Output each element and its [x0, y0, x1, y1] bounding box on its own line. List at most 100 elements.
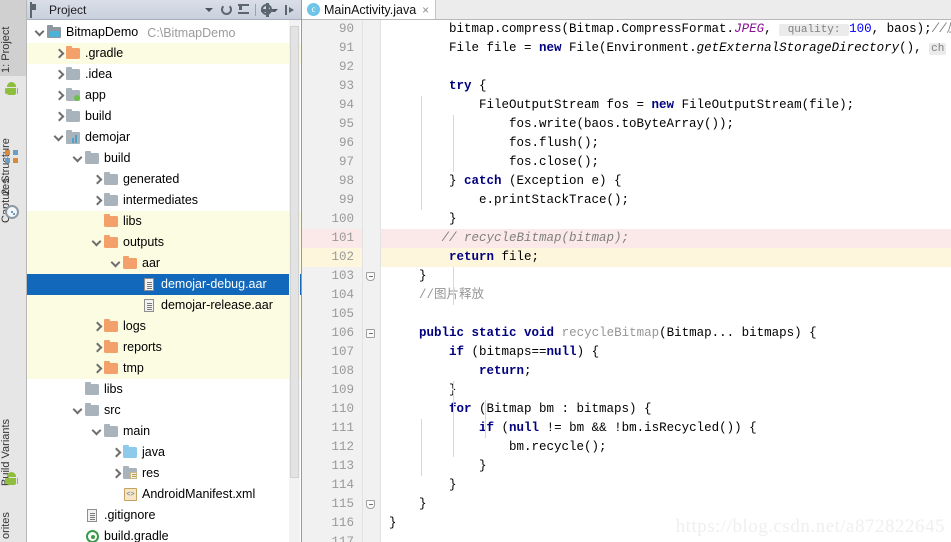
code-line[interactable]: try { [381, 77, 951, 96]
line-number[interactable]: 107 [302, 343, 362, 362]
editor-tab-mainactivity[interactable]: c MainActivity.java × [302, 0, 437, 19]
line-number[interactable]: 95 [302, 115, 362, 134]
code-line[interactable]: fos.close(); [381, 153, 951, 172]
line-number[interactable]: 112 [302, 438, 362, 457]
code-line[interactable]: } [381, 210, 951, 229]
chevron-down-icon[interactable] [71, 404, 84, 417]
code-line[interactable]: e.printStackTrace(); [381, 191, 951, 210]
line-number[interactable]: 110 [302, 400, 362, 419]
line-number[interactable]: 105 [302, 305, 362, 324]
line-number-gutter[interactable]: 90 91 92 93 94 95 96 97 98 99 100 101 102 103 104 105 10… [302, 20, 363, 542]
line-number[interactable]: 91 [302, 39, 362, 58]
code-area[interactable]: 90 91 92 93 94 95 96 97 98 99 100 101 102 103 104 105 10… [302, 20, 951, 542]
line-number[interactable]: 113 [302, 457, 362, 476]
tree-row[interactable]: main [27, 421, 301, 442]
code-line[interactable]: } [381, 267, 951, 286]
line-number[interactable]: 104 [302, 286, 362, 305]
chevron-down-icon[interactable] [109, 257, 122, 270]
code-line[interactable]: fos.flush(); [381, 134, 951, 153]
line-number[interactable]: 96 [302, 134, 362, 153]
fold-toggle-icon[interactable] [366, 272, 375, 281]
code-line[interactable]: } [381, 495, 951, 514]
chevron-down-icon[interactable] [33, 26, 46, 39]
line-number[interactable]: 115 [302, 495, 362, 514]
close-icon[interactable]: × [422, 4, 429, 16]
tree-row[interactable]: <> AndroidManifest.xml [27, 484, 301, 505]
tree-row[interactable]: libs [27, 379, 301, 400]
hide-panel-icon[interactable] [281, 2, 298, 18]
fold-toggle-icon[interactable] [366, 329, 375, 338]
line-number[interactable]: 93 [302, 77, 362, 96]
line-number[interactable]: 114 [302, 476, 362, 495]
tree-row[interactable]: .gradle [27, 43, 301, 64]
project-tree-scrollbar[interactable] [289, 20, 300, 542]
chevron-right-icon[interactable] [90, 341, 103, 354]
code-line[interactable]: } [381, 457, 951, 476]
line-number[interactable]: 111 [302, 419, 362, 438]
code-line[interactable]: } [381, 514, 951, 533]
code-line[interactable]: } catch (Exception e) { [381, 172, 951, 191]
chevron-right-icon[interactable] [109, 446, 122, 459]
chevron-right-icon[interactable] [90, 194, 103, 207]
chevron-right-icon[interactable] [90, 173, 103, 186]
project-tree[interactable]: BitmapDemo C:\BitmapDemo .gradle .idea app bu… [27, 20, 301, 542]
line-number[interactable]: 103 [302, 267, 362, 286]
tree-row[interactable]: demojar [27, 127, 301, 148]
tree-row[interactable]: src [27, 400, 301, 421]
tree-row[interactable]: build.gradle [27, 526, 301, 542]
code-line[interactable]: } [381, 476, 951, 495]
chevron-right-icon[interactable] [52, 68, 65, 81]
tree-row[interactable]: BitmapDemo C:\BitmapDemo [27, 22, 301, 43]
chevron-right-icon[interactable] [52, 110, 65, 123]
code-line[interactable] [381, 58, 951, 77]
tree-row[interactable]: reports [27, 337, 301, 358]
code-text[interactable]: bitmap.compress(Bitmap.CompressFormat.JP… [381, 20, 951, 542]
fold-cell[interactable] [363, 495, 380, 514]
tree-row[interactable]: build [27, 106, 301, 127]
code-line[interactable]: bm.recycle(); [381, 438, 951, 457]
tree-row[interactable]: build [27, 148, 301, 169]
tree-row[interactable]: tmp [27, 358, 301, 379]
line-number[interactable]: 92 [302, 58, 362, 77]
collapse-all-icon[interactable] [218, 2, 235, 18]
code-line[interactable]: // recycleBitmap(bitmap); [381, 229, 951, 248]
chevron-right-icon[interactable] [52, 89, 65, 102]
chevron-down-icon[interactable] [90, 425, 103, 438]
line-number[interactable]: 97 [302, 153, 362, 172]
line-number[interactable]: 90 [302, 20, 362, 39]
code-line[interactable]: for (Bitmap bm : bitmaps) { [381, 400, 951, 419]
line-number[interactable]: 108 [302, 362, 362, 381]
code-line[interactable]: return; [381, 362, 951, 381]
chevron-right-icon[interactable] [90, 320, 103, 333]
view-mode-chevron-down-icon[interactable] [201, 2, 218, 18]
line-number[interactable]: 117 [302, 533, 362, 542]
tool-tab-favorites[interactable]: orites [0, 500, 26, 542]
code-line[interactable]: return file; [381, 248, 951, 267]
code-line[interactable]: fos.write(baos.toByteArray()); [381, 115, 951, 134]
tree-row[interactable]: libs [27, 211, 301, 232]
line-number[interactable]: 116 [302, 514, 362, 533]
tree-row[interactable]: java [27, 442, 301, 463]
chevron-down-icon[interactable] [90, 236, 103, 249]
chevron-down-icon[interactable] [52, 131, 65, 144]
code-line[interactable]: File file = new File(Environment.getExte… [381, 39, 951, 58]
tool-tab-project[interactable]: 1: Project [0, 0, 26, 76]
line-number[interactable]: 106 [302, 324, 362, 343]
line-number[interactable]: 109 [302, 381, 362, 400]
chevron-right-icon[interactable] [109, 467, 122, 480]
code-line[interactable]: } [381, 381, 951, 400]
line-number[interactable]: 99 [302, 191, 362, 210]
chevron-right-icon[interactable] [90, 362, 103, 375]
code-line[interactable]: //图片释放 [381, 286, 951, 305]
tree-row[interactable]: generated [27, 169, 301, 190]
line-number[interactable]: 94 [302, 96, 362, 115]
project-tree-scrollbar-thumb[interactable] [290, 26, 299, 478]
tree-row[interactable]: res [27, 463, 301, 484]
tree-row[interactable]: intermediates [27, 190, 301, 211]
tree-row[interactable]: demojar-release.aar [27, 295, 301, 316]
tree-row[interactable]: demojar-debug.aar [27, 274, 301, 295]
tree-row[interactable]: logs [27, 316, 301, 337]
code-line[interactable]: public static void recycleBitmap(Bitmap.… [381, 324, 951, 343]
line-number[interactable]: 98 [302, 172, 362, 191]
gear-icon[interactable] [259, 2, 281, 18]
